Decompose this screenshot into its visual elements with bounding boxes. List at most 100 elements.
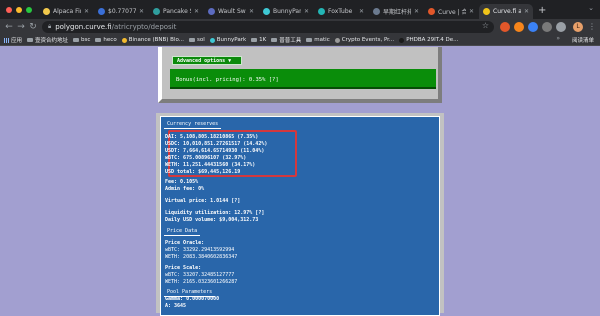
bookmark-item[interactable]: 应用: [4, 36, 22, 44]
browser-tab[interactable]: FoxTube ✕: [314, 4, 368, 19]
bookmark-label: PHDBA 29IT.4 De...: [406, 37, 459, 43]
folder-icon: [73, 38, 80, 42]
tab-favicon-icon: [483, 8, 490, 15]
folder-icon: [251, 38, 258, 42]
price-oracle-weth: WETH: 2083.3840602836347: [165, 254, 238, 260]
browser-tab[interactable]: Pancake Sw✕: [149, 4, 203, 19]
browser-tab[interactable]: Curve.fi a ✕: [479, 4, 533, 19]
extension-icon[interactable]: [542, 22, 552, 32]
bookmark-item[interactable]: Crypto Events, Pr...: [334, 37, 395, 43]
minimize-window-button[interactable]: [16, 7, 22, 13]
tab-title: Pancake Sw: [163, 8, 191, 15]
bookmark-item[interactable]: 壹资合约地址: [27, 36, 68, 44]
price-data-title: Price Data: [164, 228, 201, 236]
reload-icon[interactable]: ↻: [27, 22, 39, 32]
bookmark-item[interactable]: heco: [95, 37, 117, 43]
bookmark-label: bsc: [81, 37, 91, 43]
bookmarks-overflow-button[interactable]: »: [556, 35, 560, 42]
site-favicon-icon: [121, 37, 127, 43]
tab-close-icon[interactable]: ✕: [414, 8, 419, 15]
bookmark-star-icon[interactable]: ☆: [482, 21, 489, 30]
reserve-weth: WETH: 11,251.44431560 (34.17%): [165, 162, 256, 168]
deposit-options-panel: Advanced options ▼ Bonus(incl. pricing):…: [158, 47, 442, 103]
tab-close-icon[interactable]: ✕: [139, 8, 144, 15]
bookmark-item[interactable]: PHDBA 29IT.4 De...: [399, 37, 458, 43]
bookmark-item[interactable]: 1K: [251, 37, 266, 43]
browser-tab[interactable]: $0.770776✕: [94, 4, 148, 19]
price-oracle-label: Price Oracle:: [165, 240, 205, 246]
bookmark-label: 普普工具: [279, 38, 302, 44]
tab-close-icon[interactable]: ✕: [84, 8, 89, 15]
browser-tab[interactable]: Wault Swap✕: [204, 4, 258, 19]
bookmark-item[interactable]: matic: [306, 37, 330, 43]
fee: Fee: 0.105%: [165, 179, 199, 185]
browser-tab[interactable]: Alpaca Finan✕: [39, 4, 93, 19]
url-host: polygon.curve.fi: [55, 23, 112, 31]
bookmark-item[interactable]: bsc: [73, 37, 90, 43]
bonus-box: Bonus(incl. pricing): 0.35% [?]: [170, 69, 436, 89]
back-icon[interactable]: ←: [3, 22, 15, 32]
tab-title: 早期红杆排行: [383, 9, 411, 16]
folder-icon: [27, 38, 34, 42]
virtual-price: Virtual price: 1.0144 [?]: [165, 198, 241, 204]
metamask-extension-icon[interactable]: [514, 22, 524, 32]
bookmark-item[interactable]: Binance (BNB) Blo...: [121, 37, 185, 43]
reserve-dai: DAI: 5,108,805.18210865 (7.35%): [165, 134, 259, 140]
price-oracle-wbtc: wBTC: 33292.29413592994: [165, 247, 235, 253]
bookmark-item[interactable]: 普普工具: [271, 36, 301, 44]
browser-menu-icon[interactable]: ⋮: [588, 22, 596, 31]
browser-tab[interactable]: Curve | 合约✕: [424, 4, 478, 19]
close-window-button[interactable]: [6, 7, 12, 13]
apps-grid-icon: [4, 37, 9, 43]
tab-favicon-icon: [318, 8, 325, 15]
browser-tab[interactable]: 早期红杆排行✕: [369, 4, 423, 19]
url-path: /atricrypto/deposit: [111, 23, 177, 31]
tab-title: Wault Swap: [218, 8, 246, 15]
bookmark-item[interactable]: BunnyPark: [209, 37, 247, 43]
bonus-text: Bonus(incl. pricing): 0.35% [?]: [176, 77, 279, 83]
pool-info-panel: Currency reserves DAI: 5,108,805.1821086…: [156, 113, 444, 316]
forward-icon[interactable]: →: [15, 22, 27, 32]
new-tab-button[interactable]: +: [534, 5, 550, 19]
tab-favicon-icon: [153, 8, 160, 15]
tab-close-icon[interactable]: ✕: [359, 8, 364, 15]
bookmark-label: 壹资合约地址: [35, 38, 69, 44]
tab-close-icon[interactable]: ✕: [249, 8, 254, 15]
extension-icon[interactable]: [500, 22, 510, 32]
site-favicon-icon: [399, 37, 405, 43]
pool-info-content: Currency reserves DAI: 5,108,805.1821086…: [160, 116, 440, 316]
reserve-usdt: USDT: 7,664,614.65714930 (11.04%): [165, 148, 265, 154]
zoom-window-button[interactable]: [26, 7, 32, 13]
tab-close-icon[interactable]: ✕: [524, 8, 529, 15]
extension-icon[interactable]: [528, 22, 538, 32]
advanced-options-button[interactable]: Advanced options ▼: [172, 56, 242, 65]
tab-search-icon[interactable]: ⌄: [588, 4, 594, 12]
tab-close-icon[interactable]: ✕: [194, 8, 199, 15]
tab-close-icon[interactable]: ✕: [304, 8, 309, 15]
price-scale-weth: WETH: 2165.0323601266287: [165, 279, 238, 285]
browser-toolbar: ← → ↻ 🔒︎ polygon.curve.fi/atricrypto/dep…: [0, 19, 600, 35]
bookmark-item[interactable]: sol: [189, 37, 205, 43]
bookmark-label: matic: [314, 37, 330, 43]
extensions-puzzle-icon[interactable]: [556, 22, 566, 32]
pool-a: A: 3645: [165, 303, 187, 309]
tab-title: $0.770776: [108, 8, 136, 15]
tab-favicon-icon: [263, 8, 270, 15]
browser-tab[interactable]: BunnyPark✕: [259, 4, 313, 19]
profile-avatar[interactable]: L: [573, 22, 583, 32]
bookmark-label: BunnyPark: [216, 37, 247, 43]
tab-strip: Alpaca Finan✕$0.770776✕Pancake Sw✕Wault …: [39, 4, 534, 19]
price-scale-wbtc: wBTC: 33207.32485127777: [165, 272, 235, 278]
window-controls: [0, 7, 39, 19]
bookmark-label: Binance (BNB) Blo...: [128, 37, 185, 43]
tab-favicon-icon: [98, 8, 105, 15]
bookmarks-bar: 应用 壹资合约地址 bsc heco Binance (BNB) Blo... sol Bu…: [0, 35, 600, 46]
tab-close-icon[interactable]: ✕: [469, 8, 474, 15]
lock-icon: 🔒︎: [48, 23, 52, 30]
address-bar[interactable]: 🔒︎ polygon.curve.fi/atricrypto/deposit ☆: [42, 21, 494, 33]
reading-list-button[interactable]: 阅读清单: [572, 36, 594, 44]
tab-title: Curve.fi a: [493, 8, 521, 15]
site-favicon-icon: [209, 37, 215, 43]
reserve-usdc: USDC: 10,010,851.27261517 (14.42%): [165, 141, 268, 147]
bookmark-label: Crypto Events, Pr...: [341, 37, 395, 43]
